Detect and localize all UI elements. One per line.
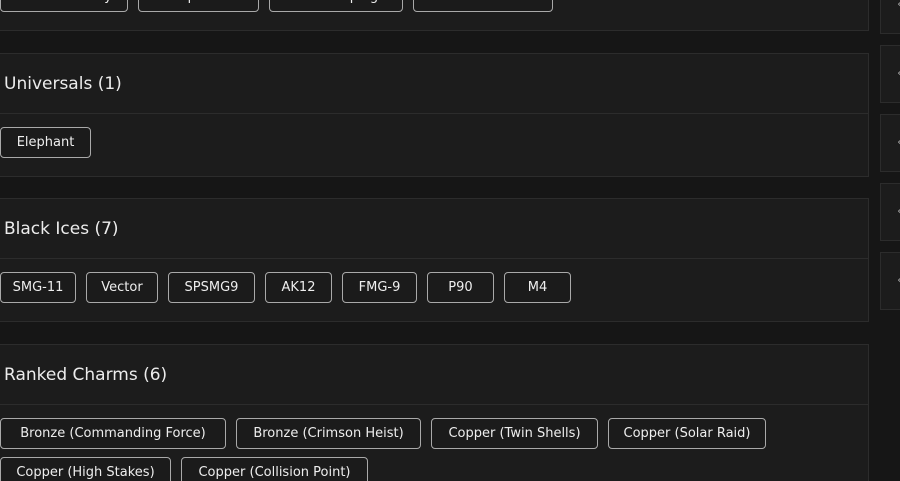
item-tag[interactable]: Bronze (Commanding Force): [0, 418, 226, 449]
item-tag[interactable]: Vector: [86, 272, 158, 303]
section-universals: Universals (1) Elephant: [0, 53, 869, 177]
item-tag[interactable]: Copper (Twin Shells): [431, 418, 598, 449]
item-tag[interactable]: Fable Shapings: [269, 0, 403, 12]
item-tag[interactable]: FMG-9: [342, 272, 417, 303]
item-tag[interactable]: Copper (High Stakes): [0, 457, 171, 481]
side-panel-item[interactable]: ‹: [880, 183, 900, 241]
section-ranked-charms: Ranked Charms (6) Bronze (Commanding For…: [0, 344, 869, 481]
item-tag[interactable]: Lifeblood Flower: [413, 0, 553, 12]
item-tag[interactable]: SPSMG9: [168, 272, 255, 303]
item-tag[interactable]: Elephant: [0, 127, 91, 158]
section-title: Universals (1): [0, 54, 868, 114]
item-tag[interactable]: M4: [504, 272, 571, 303]
item-tag[interactable]: AK12: [265, 272, 332, 303]
item-tag[interactable]: Copper (Collision Point): [181, 457, 368, 481]
side-panel-item[interactable]: ‹: [880, 252, 900, 310]
side-panel-item[interactable]: ‹: [880, 114, 900, 172]
item-tag[interactable]: Copper (Solar Raid): [608, 418, 766, 449]
section-title: Black Ices (7): [0, 199, 868, 259]
page: Sleek Lethality Tranquil Seas Fable Shap…: [0, 0, 900, 481]
item-tag[interactable]: SMG-11: [0, 272, 76, 303]
section-black-ices: Black Ices (7) SMG-11 Vector SPSMG9 AK12…: [0, 198, 869, 322]
item-tag[interactable]: Sleek Lethality: [0, 0, 128, 12]
item-tag[interactable]: Bronze (Crimson Heist): [236, 418, 421, 449]
side-panel-item[interactable]: ‹: [880, 0, 900, 34]
item-tag[interactable]: P90: [427, 272, 494, 303]
section-title: Ranked Charms (6): [0, 345, 868, 405]
item-tag[interactable]: Tranquil Seas: [138, 0, 259, 12]
side-panel-item[interactable]: ‹: [880, 45, 900, 103]
section-top-partial: Sleek Lethality Tranquil Seas Fable Shap…: [0, 0, 869, 31]
